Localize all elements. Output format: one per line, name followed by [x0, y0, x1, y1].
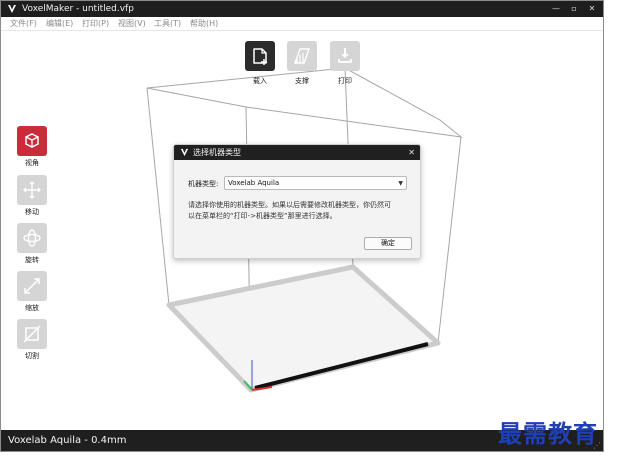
ok-button[interactable]: 确定 [364, 237, 412, 250]
menu-edit[interactable]: 编辑(E) [46, 18, 73, 30]
machine-type-select[interactable]: Voxelab Aquila ▼ [224, 176, 407, 190]
dialog-message: 请选择你使用的机器类型。如果以后需要修改机器类型，你仍然可 以在菜单栏的“打印-… [188, 200, 414, 222]
rotate-label: 旋转 [25, 256, 39, 264]
machine-type-value: Voxelab Aquila [228, 179, 280, 187]
cut-button[interactable] [17, 319, 47, 349]
move-button[interactable] [17, 175, 47, 205]
status-machine-info: Voxelab Aquila - 0.4mm [8, 435, 127, 446]
app-window: VoxelMaker - untitled.vfp — ▫ ✕ 文件(F) 编辑… [0, 0, 604, 452]
title-bar: VoxelMaker - untitled.vfp — ▫ ✕ [1, 1, 603, 17]
menu-bar: 文件(F) 编辑(E) 打印(P) 视图(V) 工具(T) 帮助(H) [1, 17, 603, 31]
print-button[interactable] [330, 41, 360, 71]
print-bed [166, 264, 441, 393]
scale-icon [24, 278, 40, 294]
cut-label: 切割 [25, 352, 39, 360]
scale-label: 缩放 [25, 304, 39, 312]
print-label: 打印 [338, 77, 352, 85]
dialog-logo-icon [180, 148, 189, 157]
menu-help[interactable]: 帮助(H) [190, 18, 218, 30]
window-title: VoxelMaker - untitled.vfp [22, 4, 134, 14]
minimize-button[interactable]: — [549, 1, 563, 17]
load-button[interactable] [245, 41, 275, 71]
support-icon [294, 48, 310, 64]
support-button[interactable] [287, 41, 317, 71]
dialog-title-bar: 选择机器类型 ✕ [174, 145, 420, 160]
build-volume-edge-front-right [437, 136, 462, 344]
scale-button[interactable] [17, 271, 47, 301]
maximize-button[interactable]: ▫ [567, 1, 581, 17]
menu-print[interactable]: 打印(P) [82, 18, 109, 30]
dialog-message-line-2: 以在菜单栏的“打印->机器类型”那里进行选择。 [188, 212, 337, 220]
voxelmaker-logo-icon [8, 5, 16, 13]
load-label: 载入 [253, 77, 267, 85]
dropdown-arrow-icon: ▼ [398, 180, 403, 187]
watermark-text: 最需教育 [498, 419, 598, 448]
view-angle-button[interactable] [17, 126, 47, 156]
dialog-title: 选择机器类型 [193, 148, 241, 157]
view-angle-label: 视角 [25, 159, 39, 167]
menu-file[interactable]: 文件(F) [10, 18, 37, 30]
rotate-button[interactable] [17, 223, 47, 253]
close-window-button[interactable]: ✕ [585, 1, 599, 17]
build-volume-edge-left-back [146, 87, 170, 306]
rotate-icon [23, 229, 41, 247]
support-label: 支撑 [295, 77, 309, 85]
load-file-icon [253, 48, 267, 65]
select-machine-dialog: 选择机器类型 ✕ 机器类型: Voxelab Aquila ▼ 请选择你使用的机… [173, 144, 421, 259]
dialog-close-button[interactable]: ✕ [408, 145, 415, 160]
menu-view[interactable]: 视图(V) [118, 18, 146, 30]
print-icon [338, 48, 352, 63]
machine-type-label: 机器类型: [188, 180, 219, 188]
dialog-message-line-1: 请选择你使用的机器类型。如果以后需要修改机器类型，你仍然可 [188, 201, 391, 209]
cut-icon [23, 325, 41, 343]
view-cube-icon [25, 133, 39, 148]
menu-tools[interactable]: 工具(T) [154, 18, 181, 30]
move-label: 移动 [25, 208, 39, 216]
move-arrows-icon [23, 181, 41, 199]
